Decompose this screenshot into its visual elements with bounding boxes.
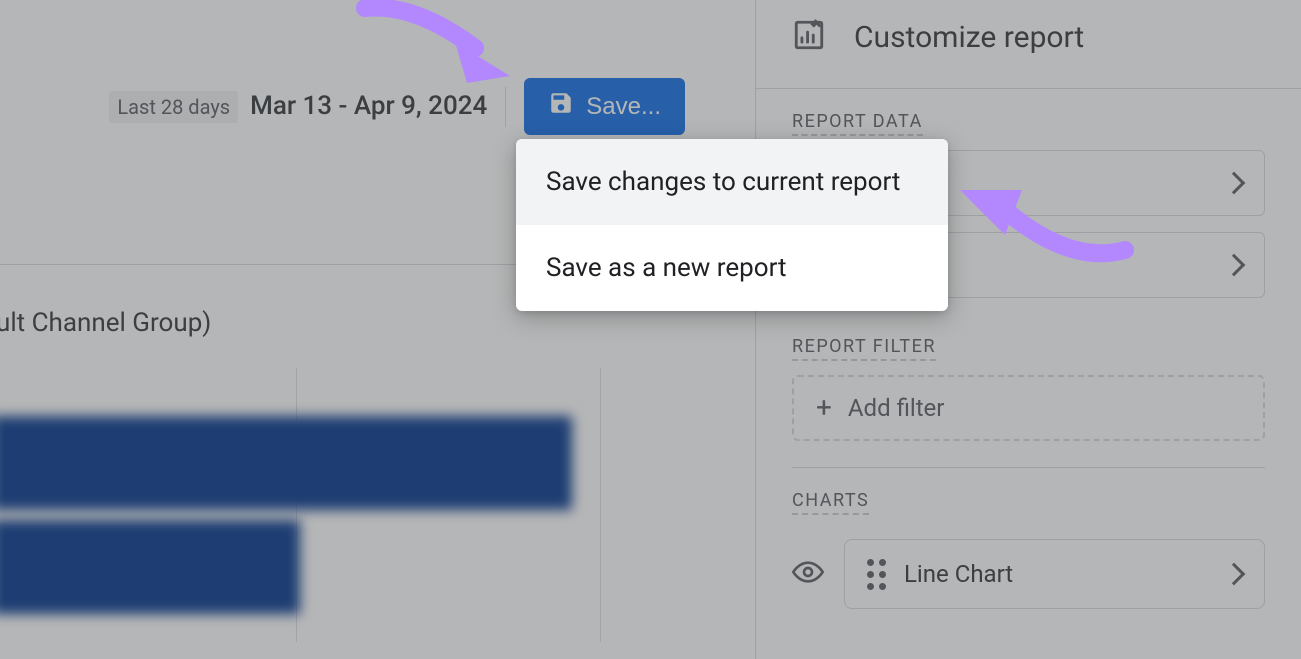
modal-overlay — [0, 0, 1301, 659]
save-changes-option[interactable]: Save changes to current report — [516, 139, 948, 225]
save-dropdown-menu: Save changes to current report Save as a… — [516, 139, 948, 311]
save-as-new-option[interactable]: Save as a new report — [516, 225, 948, 311]
